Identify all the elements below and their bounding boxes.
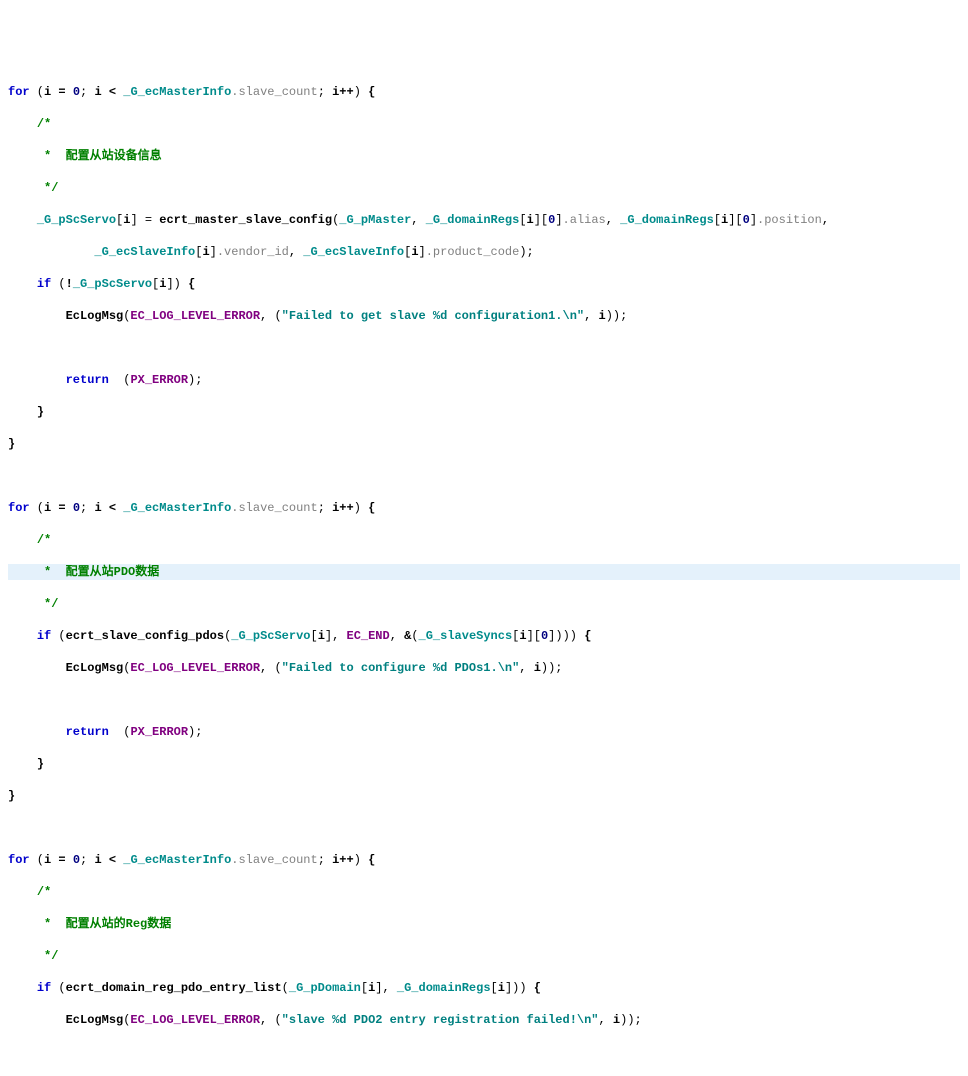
code-line: for (i = 0; i < _G_ecMasterInfo.slave_co… [8, 84, 960, 100]
code-block: for (i = 0; i < _G_ecMasterInfo.slave_co… [8, 68, 960, 1076]
highlighted-line: * 配置从站PDO数据 [8, 564, 960, 580]
